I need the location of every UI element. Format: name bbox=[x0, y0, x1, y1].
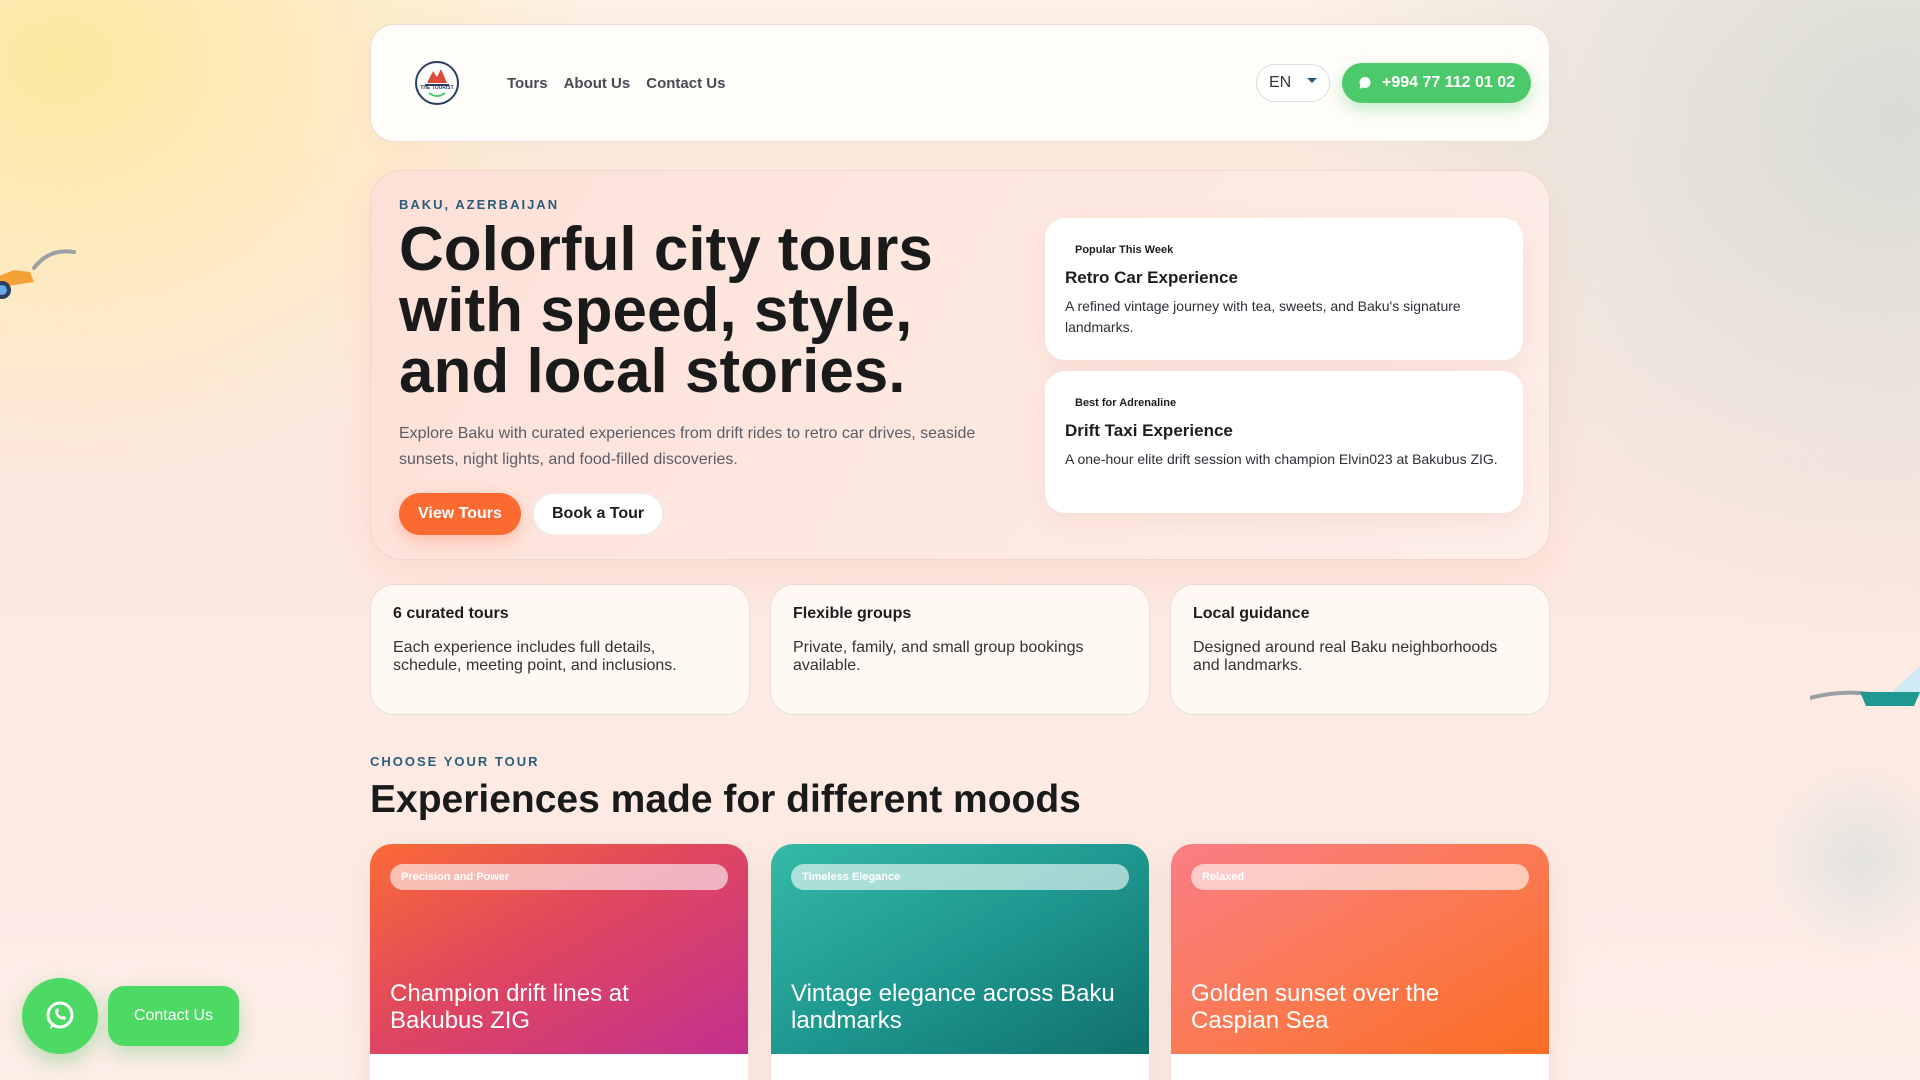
tour-card-tag: Precision and Power bbox=[390, 864, 728, 890]
stat-card: Local guidance Designed around real Baku… bbox=[1170, 584, 1550, 715]
tour-card-caption: Vintage elegance across Baku landmarks bbox=[791, 980, 1115, 1034]
hero-description: Explore Baku with curated experiences fr… bbox=[399, 425, 976, 468]
section-title: Experiences made for different moods bbox=[370, 778, 1081, 821]
language-value: EN bbox=[1268, 74, 1292, 91]
tour-card-caption: Champion drift lines at Bakubus ZIG bbox=[390, 980, 629, 1034]
view-tours-button[interactable]: View Tours bbox=[399, 493, 521, 535]
tour-card[interactable]: Timeless Elegance Vintage elegance acros… bbox=[771, 844, 1149, 1080]
stat-text: Each experience includes full details, s… bbox=[393, 639, 677, 674]
site-header: THE TOURIST Tours About Us Contact Us EN… bbox=[370, 24, 1550, 142]
feature-tag: Best for Adrenaline bbox=[1065, 395, 1187, 411]
tour-card-image: Timeless Elegance Vintage elegance acros… bbox=[771, 844, 1149, 1054]
tour-card-image: Precision and Power Champion drift lines… bbox=[370, 844, 748, 1054]
floating-contact-button[interactable]: Contact Us bbox=[108, 986, 239, 1046]
hero-eyebrow: BAKU, AZERBAIJAN bbox=[399, 197, 560, 212]
nav-link-about-us[interactable]: About Us bbox=[564, 75, 631, 92]
phone-number: +994 77 112 01 02 bbox=[1381, 74, 1515, 91]
feature-title: Drift Taxi Experience bbox=[1065, 421, 1233, 440]
feature-text: A one-hour elite drift session with cham… bbox=[1065, 451, 1498, 467]
tour-card[interactable]: Precision and Power Champion drift lines… bbox=[370, 844, 748, 1080]
boat-illustration-icon bbox=[1810, 666, 1920, 706]
stat-text: Private, family, and small group booking… bbox=[793, 639, 1084, 674]
tour-card-tag: Timeless Elegance bbox=[791, 864, 1129, 890]
nav-link-contact-us[interactable]: Contact Us bbox=[646, 75, 725, 92]
tour-card-image: Relaxed Golden sunset over the Caspian S… bbox=[1171, 844, 1549, 1054]
tour-card[interactable]: Relaxed Golden sunset over the Caspian S… bbox=[1171, 844, 1549, 1080]
stat-title: Local guidance bbox=[1193, 605, 1310, 622]
whatsapp-icon bbox=[46, 1001, 74, 1029]
header-actions: EN +994 77 112 01 02 bbox=[1255, 63, 1531, 103]
chat-bubble-icon bbox=[1359, 77, 1371, 89]
book-a-tour-button[interactable]: Book a Tour bbox=[533, 493, 664, 535]
language-select[interactable]: EN bbox=[1255, 64, 1330, 102]
stat-card: Flexible groups Private, family, and sma… bbox=[770, 584, 1150, 715]
hero-section: BAKU, AZERBAIJAN Colorful city tours wit… bbox=[370, 170, 1550, 560]
chevron-down-icon bbox=[1306, 78, 1317, 83]
stat-text: Designed around real Baku neighborhoods … bbox=[1193, 639, 1498, 674]
hero-title: Colorful city tours with speed, style, a… bbox=[399, 215, 933, 406]
logo-text: THE TOURIST bbox=[420, 85, 454, 91]
feature-title: Retro Car Experience bbox=[1065, 268, 1238, 287]
background-blob bbox=[1760, 760, 1920, 960]
site-logo[interactable]: THE TOURIST bbox=[415, 61, 459, 105]
phone-button[interactable]: +994 77 112 01 02 bbox=[1341, 63, 1531, 103]
stat-title: 6 curated tours bbox=[393, 605, 509, 622]
featured-tour-card[interactable]: Popular This Week Retro Car Experience A… bbox=[1045, 218, 1523, 360]
section-eyebrow: CHOOSE YOUR TOUR bbox=[370, 754, 540, 769]
feature-text: A refined vintage journey with tea, swee… bbox=[1065, 298, 1461, 335]
stat-card: 6 curated tours Each experience includes… bbox=[370, 584, 750, 715]
tour-card-tag: Relaxed bbox=[1191, 864, 1529, 890]
car-illustration-icon bbox=[0, 249, 76, 299]
nav-link-tours[interactable]: Tours bbox=[507, 75, 548, 92]
main-nav: Tours About Us Contact Us bbox=[507, 75, 725, 92]
stat-title: Flexible groups bbox=[793, 605, 912, 622]
logo-emblem-icon bbox=[425, 69, 449, 97]
feature-tag: Popular This Week bbox=[1065, 242, 1184, 258]
tour-card-caption: Golden sunset over the Caspian Sea bbox=[1191, 980, 1440, 1034]
whatsapp-button[interactable] bbox=[22, 978, 98, 1054]
featured-tour-card[interactable]: Best for Adrenaline Drift Taxi Experienc… bbox=[1045, 371, 1523, 513]
